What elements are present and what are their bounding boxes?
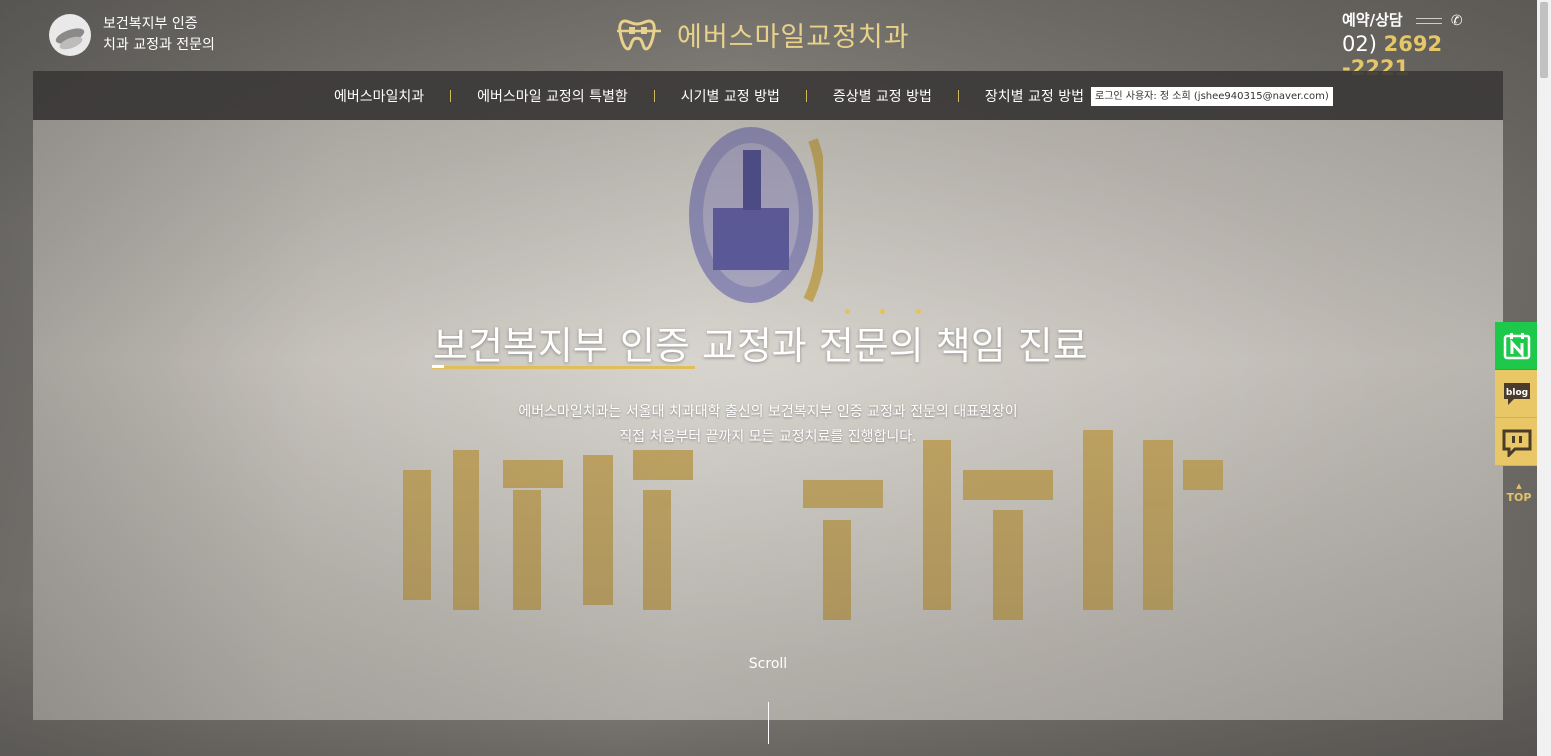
quick-menu: blog bbox=[1495, 322, 1539, 466]
phone-prefix: 02) bbox=[1342, 32, 1377, 56]
scroll-indicator-line bbox=[768, 702, 769, 744]
scroll-to-top-button[interactable]: ▲ TOP bbox=[1503, 480, 1535, 504]
nav-item-by-age[interactable]: 시기별 교정 방법 bbox=[681, 86, 780, 106]
nav-item-by-device[interactable]: 장치별 교정 방법 bbox=[985, 86, 1084, 106]
kakao-talk-icon bbox=[1502, 429, 1532, 457]
hero-desc-line2: 직접 처음부터 끝까지 모든 교정치료를 진행합니다. bbox=[619, 429, 917, 445]
phone-icon: ✆ bbox=[1450, 13, 1463, 29]
blog-label: blog bbox=[1506, 388, 1528, 398]
nav-separator bbox=[450, 89, 452, 102]
scrollbar-thumb[interactable] bbox=[1540, 2, 1548, 78]
gov-cert-line1: 보건복지부 인증 bbox=[103, 16, 198, 32]
page-scrollbar[interactable] bbox=[1537, 0, 1551, 756]
reservation-info[interactable]: 예약/상담 ✆ 02) 2692 -2221 bbox=[1342, 9, 1502, 80]
blog-button[interactable]: blog bbox=[1495, 370, 1539, 418]
blog-icon: blog bbox=[1504, 382, 1530, 405]
title-underline bbox=[432, 365, 695, 369]
site-header: 보건복지부 인증 치과 교정과 전문의 에버스마일교정치과 예약/상담 ✆ 02… bbox=[0, 0, 1537, 80]
nav-separator bbox=[653, 89, 655, 102]
government-emblem-icon bbox=[49, 14, 91, 56]
top-label: TOP bbox=[1506, 491, 1532, 504]
gov-cert-line2: 치과 교정과 전문의 bbox=[103, 37, 215, 53]
brand-logo-link[interactable]: 에버스마일교정치과 bbox=[617, 14, 910, 54]
nav-item-by-symptom[interactable]: 증상별 교정 방법 bbox=[833, 86, 932, 106]
nav-item-everysmile-clinic[interactable]: 에버스마일치과 bbox=[334, 86, 424, 106]
decorative-line bbox=[1415, 17, 1442, 24]
naver-calendar-icon bbox=[1503, 332, 1531, 359]
nav-menu: 에버스마일치과 에버스마일 교정의 특별함 시기별 교정 방법 증상별 교정 방… bbox=[334, 71, 1084, 120]
hero-description: 에버스마일치과는 서울대 치과대학 출신의 보건복지부 인증 교정과 전문의 대… bbox=[401, 400, 1135, 450]
scroll-indicator-label[interactable]: Scroll bbox=[741, 656, 795, 672]
gov-certification-text: 보건복지부 인증 치과 교정과 전문의 bbox=[103, 14, 215, 56]
reserve-label: 예약/상담 bbox=[1342, 11, 1403, 29]
hero-desc-line1: 에버스마일치과는 서울대 치과대학 출신의 보건복지부 인증 교정과 전문의 대… bbox=[518, 404, 1018, 420]
kakao-talk-button[interactable] bbox=[1495, 418, 1539, 466]
nav-item-specialty[interactable]: 에버스마일 교정의 특별함 bbox=[477, 86, 628, 106]
login-user-badge: 로그인 사용자: 정 소희 (jshee940315@naver.com) bbox=[1091, 87, 1333, 106]
nav-separator bbox=[805, 89, 807, 102]
brand-name: 에버스마일교정치과 bbox=[677, 21, 910, 53]
naver-booking-button[interactable] bbox=[1495, 322, 1539, 370]
tooth-braces-icon bbox=[617, 15, 663, 53]
hero-title: 보건복지부 인증 교정과 전문의 책임 진료 bbox=[433, 324, 1088, 368]
hero-banner: 보건복지부 인증 교정과 전문의 책임 진료 에버스마일치과는 서울대 치과대학… bbox=[33, 120, 1503, 720]
nav-separator bbox=[957, 89, 959, 102]
